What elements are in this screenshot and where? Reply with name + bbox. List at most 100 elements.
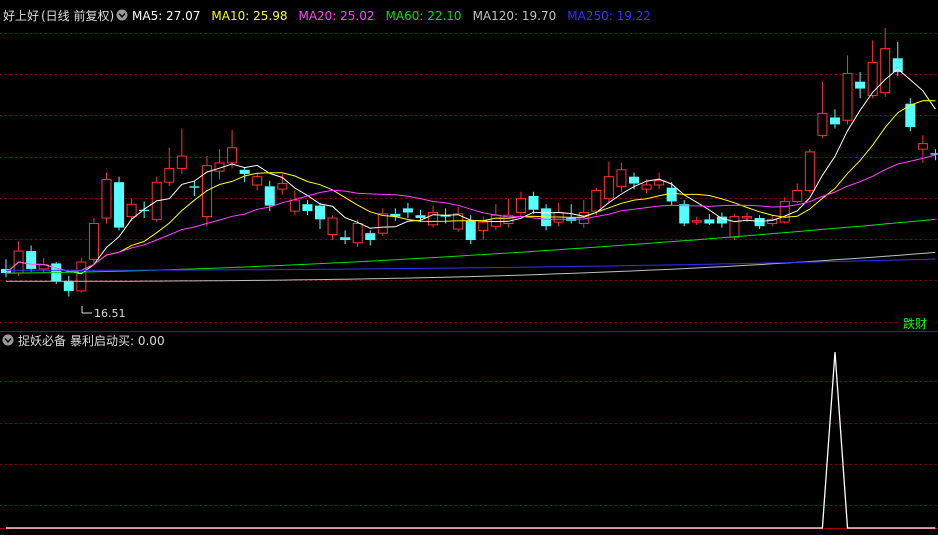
candle-body [629,176,639,184]
candle [151,176,162,223]
candle [603,161,614,203]
ma-legend-item: MA60: 22.10 [386,9,462,23]
candle-body [792,189,803,202]
candle-body [691,220,702,223]
corner-tag[interactable]: 跌财 [903,316,927,331]
candle-body [63,281,74,291]
ma-legend-item: MA5: 27.07 [132,9,200,23]
candle [792,183,803,203]
candle-body [415,215,426,218]
indicator-value: 暴利启动买: 0.00 [70,334,165,348]
candle [390,208,401,221]
candle [515,191,526,217]
candle [855,72,866,99]
candle [842,55,853,125]
candle [880,28,891,97]
candle [26,245,37,272]
candle-body [114,182,125,228]
candle [616,162,627,192]
candle [164,147,175,187]
candle-body [716,216,727,224]
candle [189,180,200,196]
ma-legend-item: MA250: 19.22 [567,9,651,23]
ma250-line [6,258,936,271]
candlestick-plot [1,28,938,297]
candle [1,259,11,278]
candle [176,128,187,174]
candle [716,212,727,228]
candle [315,202,325,230]
candle [453,206,464,232]
candle-body [917,143,928,150]
candle-body [402,208,413,213]
candle-body [867,61,878,96]
candle-body [742,216,753,219]
candle [88,217,99,265]
candle-body [842,72,853,121]
ma-legend: MA5: 27.07 MA10: 25.98 MA20: 25.02 MA60: 22… [132,9,651,23]
candle [465,215,476,245]
top-strip [0,0,938,6]
candle-body [817,112,828,136]
candle [503,198,514,228]
candle-body [930,153,938,155]
candle-body [490,214,501,227]
ma-legend-item: MA20: 25.02 [298,9,374,23]
candle-body [302,204,313,212]
candle [704,213,715,225]
candle-body [654,180,665,186]
indicator-plot [6,351,936,529]
candle-body [616,169,627,187]
candle [779,197,790,224]
candle-body [591,189,602,212]
candle-body [340,237,351,241]
candle [804,149,815,194]
candle [76,257,87,293]
low-price-label: 16.51 [94,307,126,320]
candle-body [139,209,150,212]
candle-body [779,200,790,223]
candle-body [252,176,263,186]
candle-body [365,233,376,241]
candle-body [804,151,815,191]
candle-body [101,178,112,219]
candle [679,200,690,227]
candle [578,200,589,228]
candle-body [377,213,388,234]
candle [302,200,313,216]
candle-body [855,81,866,89]
indicator-toggle-icon[interactable] [2,334,14,346]
candle [930,149,938,161]
candle [289,190,300,216]
candle-body [478,221,489,231]
stock-chart: 好上好 (日线 前复权) MA5: 27.07 MA10: 25.98 MA20: … [0,0,938,529]
candle-body [666,187,677,202]
ma10-line [5,100,936,274]
candle-body [164,167,175,183]
candle-body [892,58,903,73]
candle [327,215,338,241]
candle [402,202,413,218]
candle [528,191,539,214]
ma120-line [6,251,936,282]
candle-body [227,147,238,164]
candle-body [289,199,300,212]
candle [553,202,564,227]
candle-body [515,198,526,213]
candle [63,275,74,297]
candle-body [239,169,250,174]
signal-line [6,351,936,529]
candle [377,208,388,236]
candle-body [528,195,539,210]
candle [365,230,376,246]
period-label: (日线 前复权) [41,8,114,23]
candle-body [327,217,338,236]
candle-body [26,251,37,269]
candle [340,230,351,245]
candle [490,204,501,231]
candle-body [189,186,200,188]
candle [214,149,225,180]
candle-body [176,155,187,169]
ma-toggle-icon[interactable] [116,9,128,21]
candle-body [88,222,99,260]
